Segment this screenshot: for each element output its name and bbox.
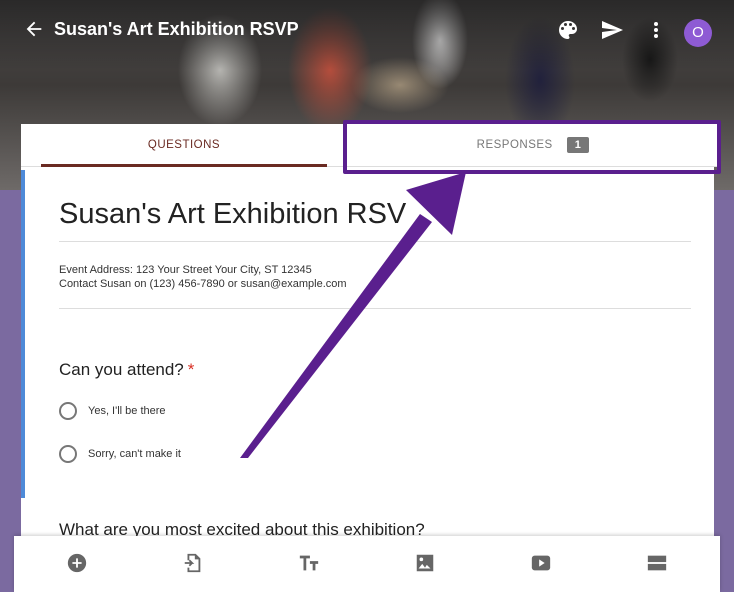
responses-count-badge: 1 xyxy=(566,137,590,153)
option-no[interactable]: Sorry, can't make it xyxy=(59,445,181,463)
question-attend[interactable]: Can you attend? * xyxy=(59,360,194,380)
form-title[interactable]: Susan's Art Exhibition RSV xyxy=(59,198,406,231)
title-divider xyxy=(59,241,691,242)
radio-button[interactable] xyxy=(59,445,77,463)
section-icon[interactable] xyxy=(646,552,670,576)
option-yes[interactable]: Yes, I'll be there xyxy=(59,402,166,420)
option-yes-label: Yes, I'll be there xyxy=(88,405,166,417)
tab-responses[interactable]: RESPONSES 1 xyxy=(349,124,717,166)
back-arrow-icon[interactable] xyxy=(22,18,46,42)
form-description[interactable]: Event Address: 123 Your Street Your City… xyxy=(59,263,347,291)
description-line-2: Contact Susan on (123) 456-7890 or susan… xyxy=(59,278,347,290)
description-line-1: Event Address: 123 Your Street Your City… xyxy=(59,264,312,276)
card-accent-bar xyxy=(21,170,25,498)
send-icon[interactable] xyxy=(600,18,626,44)
tab-responses-label: RESPONSES xyxy=(476,139,553,151)
required-mark: * xyxy=(187,360,195,379)
top-bar: Susan's Art Exhibition RSVP O xyxy=(0,0,734,62)
add-circle-icon[interactable] xyxy=(66,552,90,576)
palette-icon[interactable] xyxy=(556,18,582,44)
text-icon[interactable] xyxy=(298,552,322,576)
tab-questions-label: QUESTIONS xyxy=(147,139,221,151)
avatar[interactable]: O xyxy=(684,19,712,47)
question-attend-label: Can you attend? xyxy=(59,360,184,379)
bottom-toolbar xyxy=(14,536,720,592)
option-no-label: Sorry, can't make it xyxy=(88,448,181,460)
tab-questions[interactable]: QUESTIONS xyxy=(21,124,347,167)
tab-bar: QUESTIONS RESPONSES 1 xyxy=(21,124,717,167)
radio-button[interactable] xyxy=(59,402,77,420)
image-icon[interactable] xyxy=(414,552,438,576)
description-divider xyxy=(59,308,691,309)
form-header-title: Susan's Art Exhibition RSVP xyxy=(54,19,299,39)
more-vert-icon[interactable] xyxy=(644,18,670,44)
import-icon[interactable] xyxy=(182,552,206,576)
video-icon[interactable] xyxy=(530,552,554,576)
